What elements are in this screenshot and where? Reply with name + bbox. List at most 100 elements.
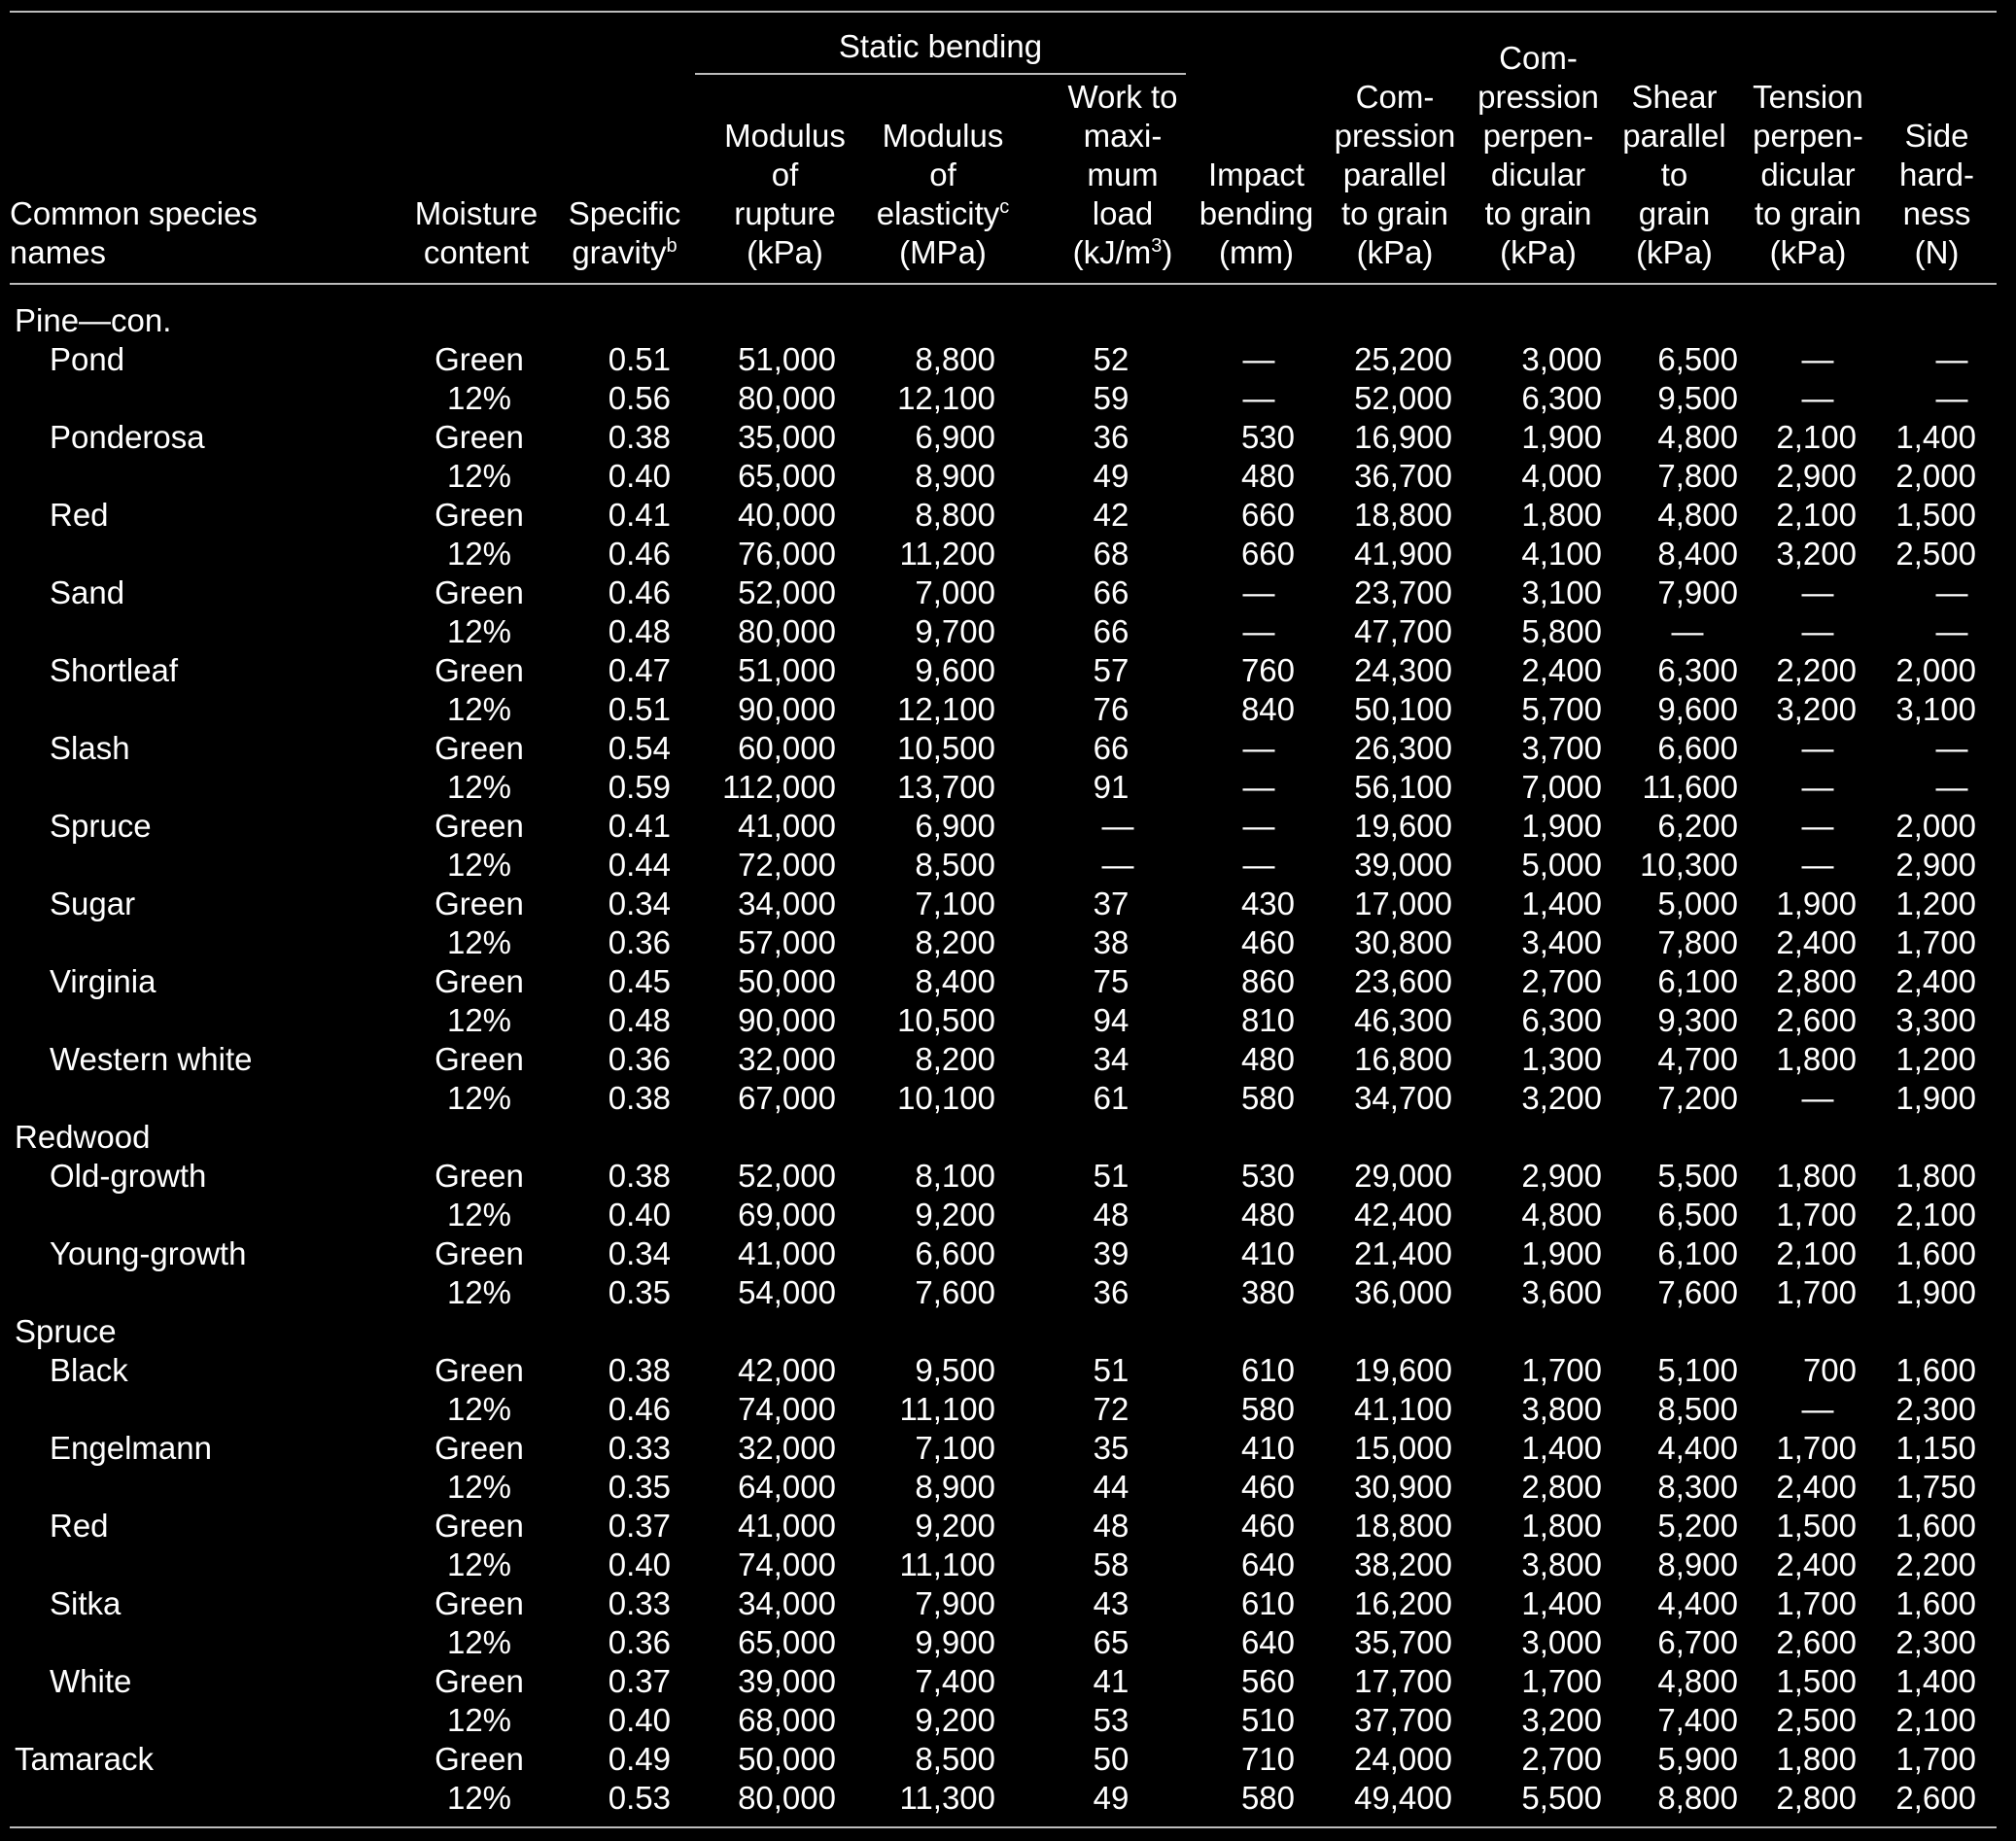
cell-sg: 0.37 xyxy=(608,1663,671,1699)
species-name: Western white xyxy=(50,1041,253,1077)
cell-work: 66 xyxy=(1093,730,1130,766)
cell-tension: 1,800 xyxy=(1776,1158,1857,1194)
cell-mor: 64,000 xyxy=(738,1469,836,1505)
column-header-label: Com- pression parallel to grain (kPa) xyxy=(1334,79,1456,270)
cell-comp_perp: 4,100 xyxy=(1521,536,1602,572)
cell-hardness: — xyxy=(1935,341,1968,377)
table-row: 12% 0.35 64,000 8,900 44 460 30,900 2,800 8,300 2… xyxy=(0,1468,2016,1507)
cell-mor: 32,000 xyxy=(738,1041,836,1077)
cell-shear: 5,200 xyxy=(1657,1508,1738,1544)
cell-shear: 6,100 xyxy=(1657,1235,1738,1271)
cell-moisture: Green xyxy=(434,1663,524,1699)
table-row: Shortleaf Green 0.47 51,000 9,600 57 760 24,300… xyxy=(0,651,2016,690)
cell-hardness: 1,150 xyxy=(1895,1430,1976,1466)
cell-comp_perp: 1,800 xyxy=(1521,1508,1602,1544)
cell-hardness: 3,100 xyxy=(1895,691,1976,727)
cell-shear: 6,200 xyxy=(1657,808,1738,844)
cell-moisture: 12% xyxy=(446,1702,512,1738)
species-name: Engelmann xyxy=(50,1430,212,1466)
species-name: Spruce xyxy=(50,808,152,844)
species-name: Slash xyxy=(50,730,130,766)
table-row: 12% 0.38 67,000 10,100 61 580 34,700 3,200 7,200… xyxy=(0,1079,2016,1118)
cell-work: 41 xyxy=(1093,1663,1130,1699)
cell-work: 37 xyxy=(1093,886,1130,921)
table-row: 12% 0.46 76,000 11,200 68 660 41,900 4,100 8,400… xyxy=(0,535,2016,573)
cell-moe: 10,500 xyxy=(897,730,995,766)
cell-tension: 1,700 xyxy=(1776,1197,1857,1233)
cell-moe: 9,500 xyxy=(915,1352,995,1388)
cell-tension: 1,800 xyxy=(1776,1741,1857,1777)
cell-comp_perp: 5,000 xyxy=(1521,847,1602,883)
column-header-label: Side hard- ness (N) xyxy=(1898,118,1975,270)
table-row: 12% 0.40 65,000 8,900 49 480 36,700 4,000 7,800 2… xyxy=(0,457,2016,496)
footnote-marker: c xyxy=(999,196,1010,218)
cell-tension: 1,500 xyxy=(1776,1663,1857,1699)
cell-hardness: 1,400 xyxy=(1895,1663,1976,1699)
cell-work: — xyxy=(1101,808,1134,844)
cell-impact: 530 xyxy=(1240,419,1295,455)
cell-shear: 9,300 xyxy=(1657,1002,1738,1038)
table-row: Engelmann Green 0.33 32,000 7,100 35 410 15,000… xyxy=(0,1429,2016,1468)
cell-moe: 11,100 xyxy=(899,1546,995,1582)
cell-work: 36 xyxy=(1093,419,1130,455)
cell-impact: 560 xyxy=(1240,1663,1295,1699)
cell-moisture: Green xyxy=(434,1585,524,1621)
cell-comp_perp: 3,200 xyxy=(1521,1080,1602,1116)
cell-comp_par: 36,000 xyxy=(1354,1274,1452,1310)
cell-hardness: 1,700 xyxy=(1895,1741,1976,1777)
cell-tension: 1,800 xyxy=(1776,1041,1857,1077)
table-row: 12% 0.59 112,000 13,700 91 — 56,100 7,000 11,600… xyxy=(0,768,2016,807)
cell-moe: 12,100 xyxy=(897,380,995,416)
cell-moisture: Green xyxy=(434,574,524,610)
cell-shear: 6,700 xyxy=(1657,1624,1738,1660)
group-row: Redwood xyxy=(0,1118,2016,1157)
cell-shear: 9,600 xyxy=(1657,691,1738,727)
cell-comp_perp: 2,700 xyxy=(1521,1741,1602,1777)
cell-work: 36 xyxy=(1093,1274,1130,1310)
cell-hardness: 3,300 xyxy=(1895,1002,1976,1038)
cell-comp_par: 26,300 xyxy=(1354,730,1452,766)
cell-comp_perp: 3,400 xyxy=(1521,924,1602,960)
cell-comp_par: 25,200 xyxy=(1354,341,1452,377)
cell-comp_par: 18,800 xyxy=(1354,497,1452,533)
cell-hardness: 2,300 xyxy=(1895,1624,1976,1660)
footnote-marker: b xyxy=(666,235,678,257)
table-row: 12% 0.48 90,000 10,500 94 810 46,300 6,300 9,300… xyxy=(0,1001,2016,1040)
cell-comp_par: 16,900 xyxy=(1354,419,1452,455)
species-name: Black xyxy=(50,1352,128,1388)
cell-hardness: 2,300 xyxy=(1895,1391,1976,1427)
cell-moisture: 12% xyxy=(446,1780,512,1816)
cell-sg: 0.48 xyxy=(608,1002,671,1038)
cell-hardness: 2,600 xyxy=(1895,1780,1976,1816)
cell-hardness: — xyxy=(1935,730,1968,766)
cell-comp_perp: 3,200 xyxy=(1521,1702,1602,1738)
cell-tension: 1,700 xyxy=(1776,1585,1857,1621)
cell-comp_par: 41,100 xyxy=(1354,1391,1452,1427)
cell-shear: 7,200 xyxy=(1657,1080,1738,1116)
cell-mor: 32,000 xyxy=(738,1430,836,1466)
column-header-tension: Tension perpen- dicular to grain (kPa) xyxy=(1740,29,1876,272)
table-bottom-rule xyxy=(10,1826,1997,1828)
cell-hardness: 1,900 xyxy=(1895,1080,1976,1116)
cell-comp_perp: 3,000 xyxy=(1521,341,1602,377)
cell-tension: 2,800 xyxy=(1776,1780,1857,1816)
cell-moisture: Green xyxy=(434,341,524,377)
cell-moe: 7,900 xyxy=(915,1585,995,1621)
cell-sg: 0.46 xyxy=(608,574,671,610)
cell-moisture: 12% xyxy=(446,1002,512,1038)
cell-comp_perp: 1,900 xyxy=(1521,419,1602,455)
cell-comp_perp: 2,400 xyxy=(1521,652,1602,688)
cell-moisture: Green xyxy=(434,1741,524,1777)
cell-sg: 0.48 xyxy=(608,613,671,649)
cell-sg: 0.33 xyxy=(608,1585,671,1621)
cell-comp_perp: 3,000 xyxy=(1521,1624,1602,1660)
cell-impact: 480 xyxy=(1240,458,1295,494)
cell-comp_par: 24,000 xyxy=(1354,1741,1452,1777)
cell-impact: — xyxy=(1242,730,1275,766)
cell-shear: 8,400 xyxy=(1657,536,1738,572)
cell-comp_par: 16,800 xyxy=(1354,1041,1452,1077)
cell-mor: 39,000 xyxy=(738,1663,836,1699)
column-header-moisture: Moisture content xyxy=(403,29,549,272)
cell-sg: 0.36 xyxy=(608,1624,671,1660)
cell-hardness: 1,600 xyxy=(1895,1352,1976,1388)
